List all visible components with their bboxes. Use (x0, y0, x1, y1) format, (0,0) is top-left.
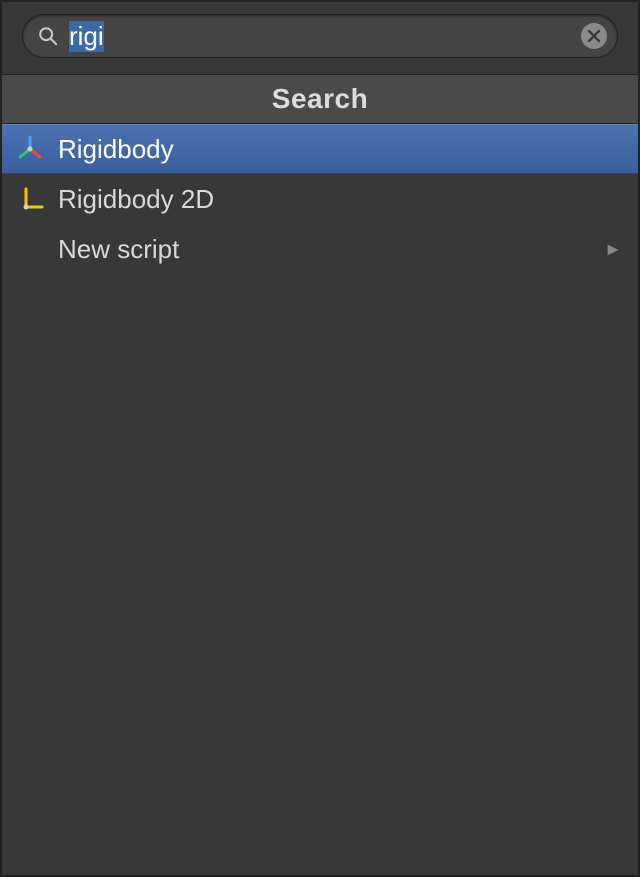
section-header: Search (2, 74, 638, 124)
result-label: Rigidbody (58, 134, 622, 165)
result-row[interactable]: Rigidbody (2, 124, 638, 174)
result-label: Rigidbody 2D (58, 184, 622, 215)
add-component-popup: Search Rigidbody Rigidbody 2D New script► (0, 0, 640, 877)
search-icon (37, 25, 59, 47)
rigidbody-3d-icon (16, 135, 44, 163)
search-bar (22, 14, 618, 58)
result-label: New script (58, 234, 604, 265)
results-list: Rigidbody Rigidbody 2D New script► (2, 124, 638, 875)
result-row[interactable]: Rigidbody 2D (2, 174, 638, 224)
search-bar-container (2, 2, 638, 74)
rigidbody-2d-icon (16, 185, 44, 213)
chevron-right-icon: ► (604, 239, 622, 260)
clear-search-button[interactable] (581, 23, 607, 49)
result-row[interactable]: New script► (2, 224, 638, 274)
close-icon (587, 29, 601, 43)
section-title: Search (272, 83, 368, 115)
search-input[interactable] (59, 15, 581, 57)
